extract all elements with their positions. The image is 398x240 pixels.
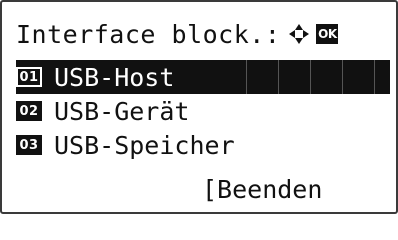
menu-item-number: 01 — [16, 67, 42, 87]
selection-bar-grid — [230, 60, 390, 94]
lcd-panel: Interface block.: OK 01 USB-Host 02 USB-… — [0, 0, 398, 214]
menu-item-usb-host[interactable]: 01 USB-Host — [16, 60, 390, 94]
menu-item-usb-geraet[interactable]: 02 USB-Gerät — [16, 94, 390, 128]
menu-item-number: 02 — [16, 101, 42, 121]
menu-item-usb-speicher[interactable]: 03 USB-Speicher — [16, 128, 390, 162]
screen-footer: [Beenden — [2, 172, 396, 206]
menu-item-label: USB-Gerät — [54, 96, 190, 126]
menu-list: 01 USB-Host 02 USB-Gerät 03 USB-Speicher — [16, 60, 390, 162]
menu-item-number-text: 01 — [18, 69, 40, 85]
four-way-arrow-icon — [288, 23, 310, 45]
screen-title: Interface block.: — [16, 19, 281, 49]
menu-item-number: 03 — [16, 135, 42, 155]
menu-item-label: USB-Speicher — [54, 130, 235, 160]
ok-key-icon: OK — [316, 24, 339, 44]
menu-item-label: USB-Host — [54, 62, 175, 92]
exit-button[interactable]: [Beenden — [202, 175, 322, 204]
screen-header: Interface block.: OK — [16, 16, 339, 52]
